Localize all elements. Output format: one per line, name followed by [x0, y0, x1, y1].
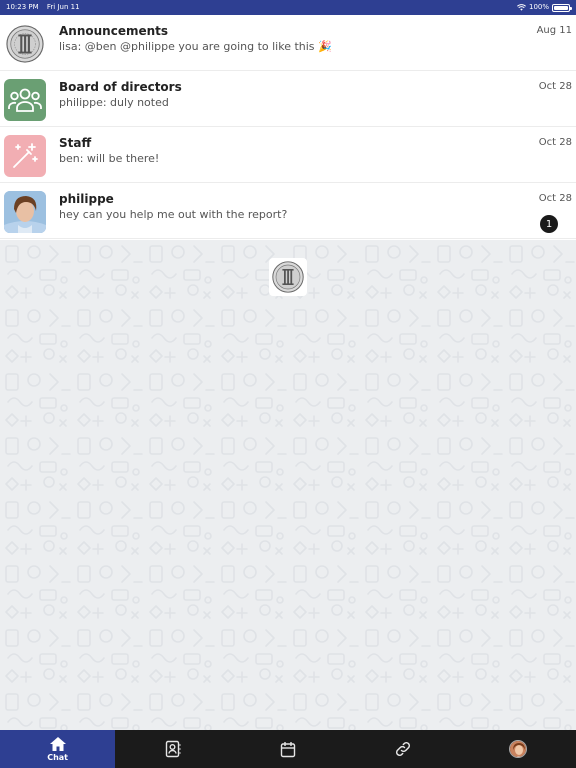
- unread-badge: 1: [540, 215, 558, 233]
- status-left: 10:23 PM Fri Jun 11: [6, 0, 86, 15]
- tab-bar: Chat: [0, 730, 576, 768]
- profile-avatar: [509, 740, 528, 758]
- status-bar: 10:23 PM Fri Jun 11 100%: [0, 0, 576, 15]
- tab-contacts[interactable]: [115, 730, 230, 768]
- chat-name: Staff: [59, 136, 92, 150]
- chat-item-board-of-directors[interactable]: Board of directors philippe: duly noted …: [0, 71, 576, 127]
- chat-date: Oct 28: [538, 81, 572, 92]
- tab-profile[interactable]: [461, 730, 576, 768]
- chat-background: [0, 240, 576, 730]
- coin-logo-icon: [4, 23, 46, 65]
- chat-preview: philippe: duly noted: [59, 96, 169, 109]
- group-icon: [4, 79, 46, 121]
- user-photo: [4, 191, 46, 233]
- chat-date: Aug 11: [536, 25, 572, 36]
- status-time: 10:23 PM: [6, 3, 39, 11]
- center-logo-icon: [269, 258, 307, 296]
- calendar-icon: [280, 741, 296, 757]
- chat-name: philippe: [59, 192, 114, 206]
- chat-list: Announcements lisa: @ben @philippe you a…: [0, 15, 576, 239]
- tab-links[interactable]: [346, 730, 461, 768]
- app-screen: 10:23 PM Fri Jun 11 100% Announcements l…: [0, 0, 576, 768]
- tab-chat[interactable]: Chat: [0, 730, 116, 768]
- chat-preview: ben: will be there!: [59, 152, 160, 165]
- tab-label: Chat: [47, 753, 68, 762]
- chat-name: Board of directors: [59, 80, 182, 94]
- chat-item-staff[interactable]: Staff ben: will be there! Oct 28: [0, 127, 576, 183]
- contacts-icon: [165, 740, 181, 758]
- wifi-icon: [517, 4, 526, 11]
- status-date: Fri Jun 11: [46, 3, 80, 11]
- magic-wand-icon: [4, 135, 46, 177]
- home-icon: [49, 737, 66, 751]
- chat-item-announcements[interactable]: Announcements lisa: @ben @philippe you a…: [0, 15, 576, 71]
- battery-percent: 100%: [528, 3, 549, 11]
- tab-calendar[interactable]: [230, 730, 345, 768]
- chat-preview: hey can you help me out with the report?: [59, 208, 288, 221]
- chat-name: Announcements: [59, 24, 169, 38]
- chat-preview: lisa: @ben @philippe you are going to li…: [59, 40, 332, 53]
- chat-date: Oct 28: [538, 193, 572, 204]
- link-icon: [396, 741, 411, 757]
- chat-date: Oct 28: [538, 137, 572, 148]
- doodle-pattern: [0, 240, 576, 730]
- battery-fill: [554, 5, 568, 10]
- status-right: 100%: [517, 0, 572, 15]
- chat-item-philippe[interactable]: philippe hey can you help me out with th…: [0, 183, 576, 239]
- battery-icon: [552, 3, 572, 12]
